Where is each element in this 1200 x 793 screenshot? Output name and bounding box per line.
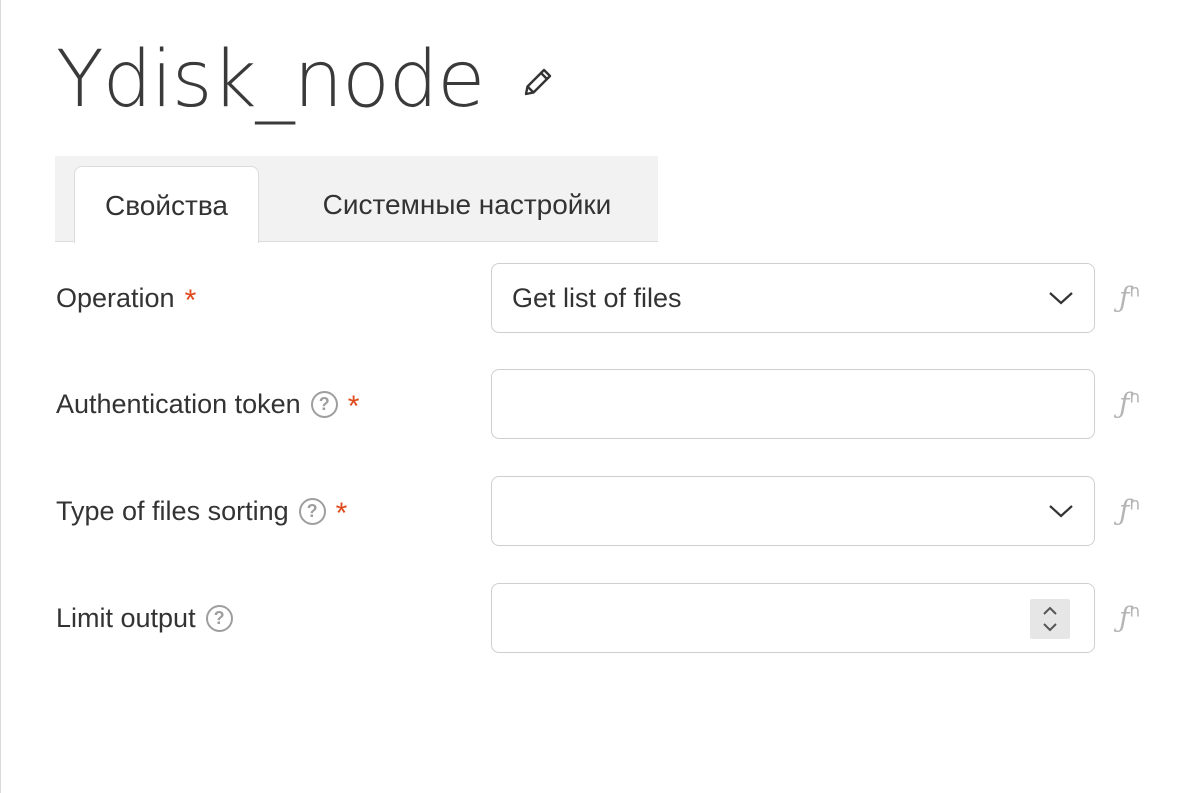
node-settings-panel: Ydisk_node Свойства Системные настройки … [0,0,1200,793]
chevron-down-icon[interactable] [1048,501,1074,521]
label-text: Limit output [56,602,196,633]
function-icon[interactable]: ƒn [1119,281,1140,314]
label-text: Operation [56,282,175,313]
node-title: Ydisk_node [56,35,485,125]
field-label-sorting-type: Type of files sorting ? * [56,476,347,546]
field-label-limit-output: Limit output ? [56,583,233,653]
tab-system-settings[interactable]: Системные настройки [287,166,647,242]
required-marker: * [335,497,348,530]
help-circle-icon[interactable]: ? [298,497,326,525]
form-row-auth-token: Authentication token ? * ƒn [1,369,1200,439]
help-circle-icon[interactable]: ? [205,604,233,632]
required-marker: * [184,284,197,317]
operation-select-value: Get list of files [512,282,682,313]
field-label-operation: Operation * [56,263,196,333]
auth-token-field[interactable] [491,369,1095,439]
auth-token-input[interactable] [512,370,1094,438]
limit-output-input[interactable] [512,584,1094,652]
function-icon[interactable]: ƒn [1119,494,1140,527]
tab-properties[interactable]: Свойства [74,166,259,243]
pencil-icon[interactable] [520,64,556,100]
operation-select[interactable]: Get list of files [491,263,1095,333]
spin-arrows-icon[interactable] [1030,599,1070,639]
field-label-auth-token: Authentication token ? * [56,369,359,439]
label-text: Authentication token [56,388,301,419]
label-text: Type of files sorting [56,495,289,526]
help-circle-icon[interactable]: ? [310,390,338,418]
form-row-operation: Operation * Get list of files ƒn [1,263,1200,333]
form-row-sorting-type: Type of files sorting ? * ƒn [1,476,1200,546]
tab-bar: Свойства Системные настройки [55,156,658,243]
form-row-limit-output: Limit output ? ƒn [1,583,1200,653]
title-row: Ydisk_node [56,34,556,126]
function-icon[interactable]: ƒn [1119,601,1140,634]
chevron-down-icon[interactable] [1048,288,1074,308]
number-stepper[interactable] [1030,599,1070,639]
limit-output-field[interactable] [491,583,1095,653]
required-marker: * [347,390,360,423]
sorting-type-select[interactable] [491,476,1095,546]
function-icon[interactable]: ƒn [1119,387,1140,420]
